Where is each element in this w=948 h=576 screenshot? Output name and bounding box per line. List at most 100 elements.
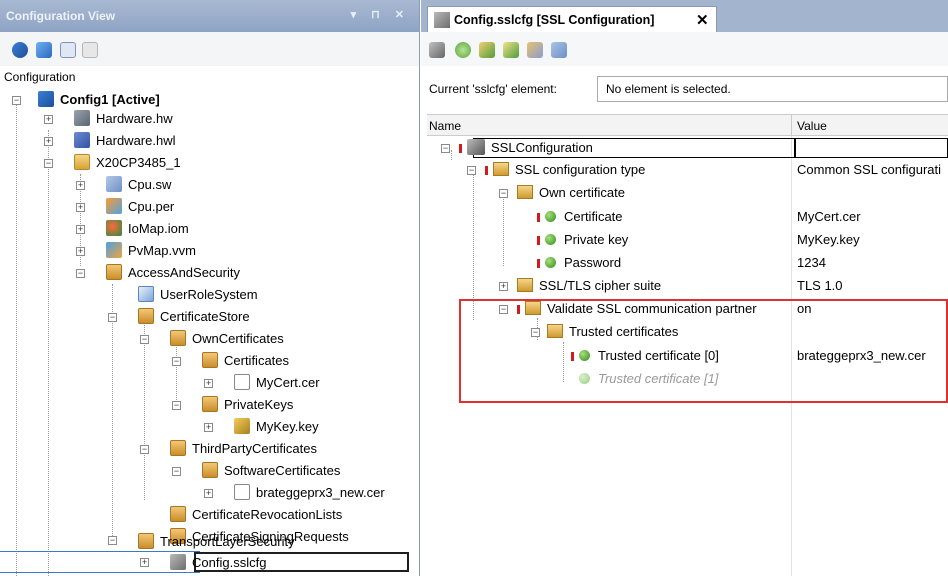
tree-item-owncertificates[interactable]: OwnCertificates — [170, 329, 284, 349]
grid-row-ssl-configuration-type[interactable]: SSL configuration type — [485, 159, 645, 181]
collapse-toggle[interactable]: − — [499, 189, 508, 198]
security-folder-icon — [138, 308, 154, 324]
collapse-toggle[interactable]: − — [467, 166, 476, 175]
tree-item-cpu-sw[interactable]: Cpu.sw — [106, 175, 171, 195]
tab-label: Config.sslcfg [SSL Configuration] — [454, 13, 655, 27]
tree-item-x20cp3485[interactable]: X20CP3485_1 — [74, 153, 181, 173]
collapse-toggle[interactable]: − — [172, 401, 181, 410]
expand-toggle[interactable]: + — [140, 558, 149, 567]
tree-item-config-sslcfg[interactable]: Config.sslcfg — [170, 553, 266, 573]
collapse-toggle[interactable]: − — [140, 335, 149, 344]
grid-header: Name Value — [427, 114, 948, 137]
tree-item-mykey[interactable]: MyKey.key — [234, 417, 319, 437]
expand-toggle[interactable]: + — [76, 203, 85, 212]
tree-item-hardware-hw[interactable]: Hardware.hw — [74, 109, 173, 129]
tree-item-thirdpartycertificates[interactable]: ThirdPartyCertificates — [170, 439, 317, 459]
security-folder-icon — [170, 440, 186, 456]
configuration-view-panel: Configuration View ▾ ⊓ ✕ Configuration −… — [0, 0, 420, 576]
properties-icon[interactable] — [60, 42, 76, 58]
grid-row-private-key[interactable]: Private key — [537, 229, 628, 251]
tree-item-mycert[interactable]: MyCert.cer — [234, 373, 320, 393]
tree-item-iomap[interactable]: IoMap.iom — [106, 219, 189, 239]
expand-toggle[interactable]: + — [76, 225, 85, 234]
security-folder-icon — [202, 352, 218, 368]
value-password[interactable]: 1234 — [797, 252, 826, 274]
tree-item-transportlayersecurity[interactable]: TransportLayerSecurity — [138, 532, 295, 552]
expand-toggle[interactable]: + — [76, 181, 85, 190]
expand-toggle[interactable]: + — [76, 247, 85, 256]
add-child-icon[interactable] — [503, 42, 519, 58]
tree-item-userrolesystem[interactable]: UserRoleSystem — [138, 285, 258, 305]
tree-item-certificates[interactable]: Certificates — [202, 351, 289, 371]
close-tab-button[interactable]: ✕ — [696, 11, 709, 29]
collapse-toggle[interactable]: − — [108, 536, 117, 545]
tree-guide — [112, 284, 113, 538]
sort-descending-icon[interactable] — [551, 42, 567, 58]
column-header-value[interactable]: Value — [797, 119, 827, 133]
collapse-toggle[interactable]: − — [76, 269, 85, 278]
tree-item-certificaterevocationlists[interactable]: CertificateRevocationLists — [170, 505, 342, 525]
required-marker — [537, 236, 540, 245]
value-cipher-suite[interactable]: TLS 1.0 — [797, 275, 843, 297]
tree-item-cpu-per[interactable]: Cpu.per — [106, 197, 174, 217]
sort-icon[interactable] — [527, 42, 543, 58]
tree-item-softwarecertificates[interactable]: SoftwareCertificates — [202, 461, 340, 481]
disabled-action-icon[interactable] — [82, 42, 98, 58]
ssl-configuration-value-cell[interactable] — [795, 138, 948, 158]
tree-item-privatekeys[interactable]: PrivateKeys — [202, 395, 293, 415]
expand-toggle[interactable]: + — [44, 137, 53, 146]
expand-toggle[interactable]: + — [499, 282, 508, 291]
folder-icon — [517, 185, 533, 199]
tree-item-config1[interactable]: Config1 [Active] — [38, 90, 160, 110]
column-separator[interactable] — [791, 115, 792, 137]
active-config-icon[interactable] — [12, 42, 28, 58]
grid-row-own-certificate[interactable]: Own certificate — [517, 182, 625, 204]
expand-toggle[interactable]: + — [204, 423, 213, 432]
editor-toolbar — [421, 32, 948, 66]
expand-toggle[interactable]: + — [204, 379, 213, 388]
new-config-icon[interactable] — [36, 42, 52, 58]
user-role-icon — [138, 286, 154, 302]
grid-row-certificate[interactable]: Certificate — [537, 206, 623, 228]
collapse-toggle[interactable]: − — [44, 159, 53, 168]
required-marker — [485, 166, 488, 175]
current-element-field[interactable]: No element is selected. — [597, 76, 948, 102]
add-sibling-icon[interactable] — [479, 42, 495, 58]
window-controls[interactable]: ▾ ⊓ ✕ — [351, 8, 410, 21]
value-private-key[interactable]: MyKey.key — [797, 229, 860, 251]
collapse-toggle[interactable]: − — [172, 467, 181, 476]
add-element-icon[interactable] — [455, 42, 471, 58]
leaf-icon — [545, 257, 556, 268]
validation-highlight-box — [459, 299, 948, 403]
value-certificate[interactable]: MyCert.cer — [797, 206, 861, 228]
hardware-list-icon — [74, 132, 90, 148]
ssl-config-icon — [434, 12, 450, 28]
collapse-toggle[interactable]: − — [140, 445, 149, 454]
collapse-toggle[interactable]: − — [172, 357, 181, 366]
tree-item-certificatestore[interactable]: CertificateStore — [138, 307, 250, 327]
collapse-toggle[interactable]: − — [12, 96, 21, 105]
tab-config-sslcfg[interactable]: Config.sslcfg [SSL Configuration] ✕ — [427, 6, 717, 32]
folder-icon — [493, 162, 509, 176]
hardware-icon — [74, 110, 90, 126]
value-ssl-configuration-type[interactable]: Common SSL configurati — [797, 159, 941, 181]
configuration-view-titlebar: Configuration View ▾ ⊓ ✕ — [0, 0, 419, 32]
ssl-icon[interactable] — [429, 42, 445, 58]
column-header-name[interactable]: Name — [429, 119, 461, 133]
grid-row-sslconfiguration[interactable]: SSLConfiguration — [459, 137, 593, 159]
tree-item-brateggeprx3[interactable]: brateggeprx3_new.cer — [234, 483, 385, 503]
tree-guide — [48, 130, 49, 576]
collapse-toggle[interactable]: − — [108, 313, 117, 322]
tree-item-pvmap[interactable]: PvMap.vvm — [106, 241, 196, 261]
expand-toggle[interactable]: + — [204, 489, 213, 498]
grid-row-cipher-suite[interactable]: SSL/TLS cipher suite — [517, 275, 661, 297]
certificate-icon — [234, 484, 250, 500]
collapse-toggle[interactable]: − — [441, 144, 450, 153]
grid-row-password[interactable]: Password — [537, 252, 621, 274]
expand-toggle[interactable]: + — [44, 115, 53, 124]
security-folder-icon — [138, 533, 154, 549]
tree-item-accessandsecurity[interactable]: AccessAndSecurity — [106, 263, 240, 283]
panel-title: Configuration View — [6, 9, 116, 23]
tree-item-hardware-hwl[interactable]: Hardware.hwl — [74, 131, 175, 151]
tree-guide — [176, 340, 177, 404]
